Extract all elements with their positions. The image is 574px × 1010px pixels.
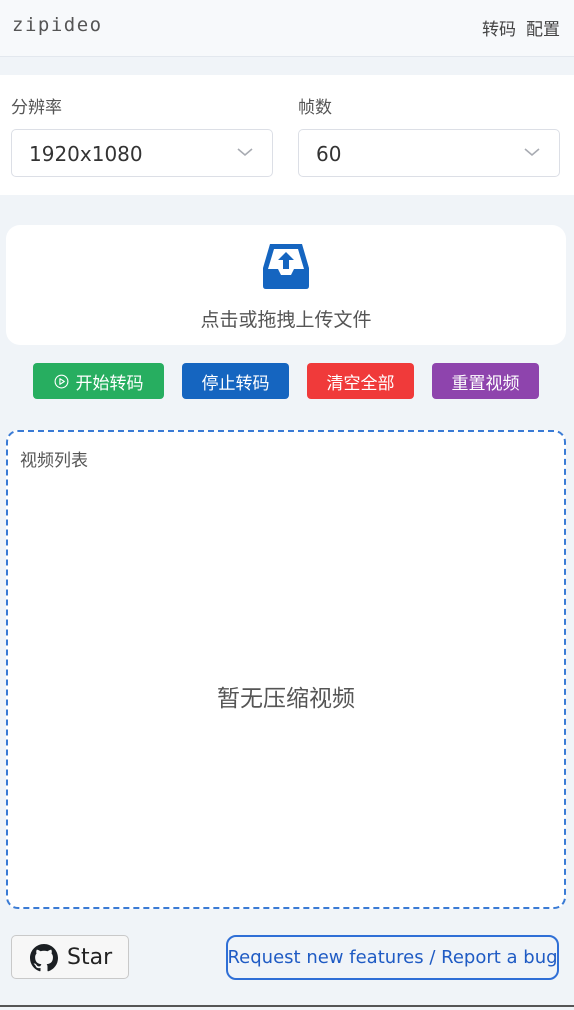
framerate-value: 60 (316, 142, 342, 166)
empty-state-text: 暂无压缩视频 (217, 686, 355, 712)
video-list-panel: 视频列表 暂无压缩视频 (6, 430, 566, 909)
app-header: zipideo 转码 配置 (0, 0, 574, 57)
settings-panel: 分辨率 1920x1080 帧数 60 (0, 75, 574, 195)
report-bug-link[interactable]: Request new features / Report a bug (226, 935, 559, 980)
reset-video-label: 重置视频 (451, 373, 520, 394)
inbox-upload-icon (263, 244, 309, 289)
app-title: zipideo (12, 14, 103, 36)
upload-dropzone[interactable]: 点击或拖拽上传文件 (6, 225, 566, 345)
resolution-label: 分辨率 (11, 98, 62, 118)
start-transcode-button[interactable]: 开始转码 (33, 363, 164, 399)
github-star-button[interactable]: Star (11, 935, 129, 979)
stop-transcode-label: 停止转码 (201, 373, 270, 394)
stop-transcode-button[interactable]: 停止转码 (182, 363, 289, 399)
bottom-divider (0, 1005, 574, 1007)
chevron-down-icon (524, 148, 540, 157)
nav-config-link[interactable]: 配置 (526, 15, 560, 40)
nav-transcode-link[interactable]: 转码 (482, 15, 516, 40)
start-transcode-label: 开始转码 (75, 373, 144, 394)
clear-all-label: 清空全部 (326, 373, 395, 394)
framerate-select[interactable]: 60 (298, 129, 560, 177)
resolution-select[interactable]: 1920x1080 (11, 129, 273, 177)
play-circle-icon (54, 374, 68, 388)
upload-text: 点击或拖拽上传文件 (200, 309, 372, 331)
reset-video-button[interactable]: 重置视频 (432, 363, 539, 399)
star-label: Star (67, 945, 113, 970)
video-list-title: 视频列表 (20, 451, 88, 471)
resolution-value: 1920x1080 (29, 142, 143, 166)
github-icon (30, 944, 58, 972)
chevron-down-icon (237, 148, 253, 157)
clear-all-button[interactable]: 清空全部 (307, 363, 414, 399)
top-nav: 转码 配置 (482, 15, 560, 40)
framerate-label: 帧数 (298, 98, 332, 118)
